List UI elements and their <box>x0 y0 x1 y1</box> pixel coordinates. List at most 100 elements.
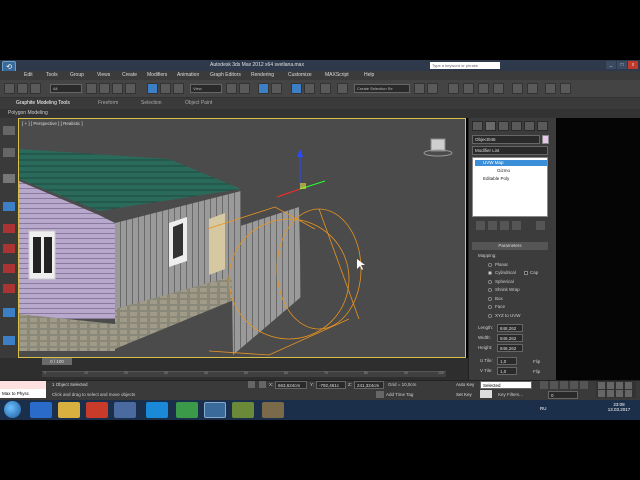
mirror-icon[interactable] <box>337 83 348 94</box>
auto-key-button[interactable]: Auto Key <box>456 382 474 387</box>
chrome-icon[interactable] <box>176 402 198 418</box>
spinner-snap-icon[interactable] <box>304 83 315 94</box>
current-frame-field[interactable]: 0 <box>548 391 578 399</box>
skype-icon[interactable] <box>146 402 168 418</box>
snap-toggle-icon[interactable] <box>258 83 269 94</box>
pan-icon[interactable] <box>607 390 614 397</box>
select-by-name-icon[interactable] <box>99 83 110 94</box>
cut-icon[interactable] <box>3 148 15 157</box>
object-name-field[interactable]: Object046 <box>472 135 540 144</box>
zoom-extents-all-icon[interactable] <box>625 382 632 389</box>
pin-stack-icon[interactable] <box>476 221 485 230</box>
percent-snap-icon[interactable] <box>291 83 302 94</box>
y-coordinate-field[interactable]: -792,461c <box>316 381 346 389</box>
edit-poly-icon[interactable] <box>3 126 15 135</box>
internet-explorer-icon[interactable] <box>30 402 52 418</box>
radio-spherical[interactable] <box>488 280 492 284</box>
start-button[interactable] <box>4 401 21 418</box>
set-key-button[interactable]: Set Key <box>456 392 472 397</box>
pivot-icon[interactable] <box>226 83 237 94</box>
select-move-icon[interactable] <box>147 83 158 94</box>
explorer-icon[interactable] <box>58 402 80 418</box>
menu-maxscript[interactable]: MAXScript <box>325 72 349 78</box>
angle-snap-icon[interactable] <box>271 83 282 94</box>
search-input[interactable]: Type a keyword or phrase <box>430 62 500 69</box>
radio-box[interactable] <box>488 297 492 301</box>
rendered-frame-icon[interactable] <box>527 83 538 94</box>
radio-planar[interactable] <box>488 263 492 267</box>
document-icon[interactable] <box>114 402 136 418</box>
show-end-result-icon[interactable] <box>488 221 497 230</box>
width-spinner[interactable]: 848,262 <box>497 334 523 342</box>
select-object-icon[interactable] <box>86 83 97 94</box>
media-player-icon[interactable] <box>86 402 108 418</box>
next-frame-icon[interactable] <box>570 381 578 389</box>
height-spinner[interactable]: 848,262 <box>497 344 523 352</box>
menu-graph-editors[interactable]: Graph Editors <box>210 72 241 78</box>
radio-xyz-to-uvw[interactable] <box>488 314 492 318</box>
menu-help[interactable]: Help <box>364 72 374 78</box>
edit-edges-icon[interactable] <box>3 308 15 317</box>
configure-sets-icon[interactable] <box>536 221 545 230</box>
fov-icon[interactable] <box>598 390 605 397</box>
object-color-swatch[interactable] <box>542 135 549 144</box>
add-time-tag[interactable]: Add Time Tag <box>386 392 413 397</box>
layer-manager-icon[interactable] <box>427 83 438 94</box>
tab-object-paint[interactable]: Object Paint <box>185 100 212 106</box>
undo-icon[interactable] <box>4 83 15 94</box>
menu-modifiers[interactable]: Modifiers <box>147 72 167 78</box>
parameters-rollout[interactable]: Parameters <box>472 242 548 250</box>
viewport-label[interactable]: [ + ] [ Perspective ] [ Realistic ] <box>22 121 83 126</box>
select-rotate-icon[interactable] <box>160 83 171 94</box>
cap-checkbox[interactable] <box>524 271 528 275</box>
tab-selection[interactable]: Selection <box>141 100 162 106</box>
length-spinner[interactable]: 848,262 <box>497 324 523 332</box>
link-icon[interactable] <box>30 83 41 94</box>
maxscript-mini-listener[interactable]: Max to Physc <box>0 389 46 398</box>
radio-shrink-wrap[interactable] <box>488 288 492 292</box>
edit-geometry-icon[interactable] <box>3 336 15 345</box>
x-coordinate-field[interactable]: 663,624cm <box>275 381 307 389</box>
go-to-end-icon[interactable] <box>580 381 588 389</box>
set-key-icon[interactable] <box>480 390 492 398</box>
zoom-extents-icon[interactable] <box>616 382 623 389</box>
app-taskbar-icon[interactable] <box>262 402 284 418</box>
render-production-icon[interactable] <box>560 83 571 94</box>
menu-group[interactable]: Group <box>70 72 84 78</box>
manipulate-icon[interactable] <box>239 83 250 94</box>
window-crossing-icon[interactable] <box>125 83 136 94</box>
prev-frame-icon[interactable] <box>550 381 558 389</box>
create-tab-icon[interactable] <box>472 121 483 131</box>
modifier-list-dropdown[interactable]: Modifier List <box>472 146 548 155</box>
named-selection-dropdown[interactable]: Create Selection Se <box>354 84 410 93</box>
shrink-icon[interactable] <box>3 284 15 293</box>
hierarchy-tab-icon[interactable] <box>498 121 509 131</box>
tab-graphite-modeling[interactable]: Graphite Modeling Tools <box>16 100 70 106</box>
select-scale-icon[interactable] <box>173 83 184 94</box>
stack-item-editable-poly[interactable]: Editable Poly <box>475 176 547 182</box>
grow-icon[interactable] <box>3 264 15 273</box>
files-icon[interactable] <box>232 402 254 418</box>
maximize-button[interactable]: □ <box>617 61 627 69</box>
render-icon[interactable] <box>545 83 556 94</box>
selection-filter-dropdown[interactable]: All <box>50 84 82 93</box>
menu-rendering[interactable]: Rendering <box>251 72 274 78</box>
menu-edit[interactable]: Edit <box>24 72 33 78</box>
loop-icon[interactable] <box>3 224 15 233</box>
clock[interactable]: 23:08 13.03.2017 <box>602 402 636 412</box>
poly-tools-icon[interactable] <box>3 174 15 183</box>
key-filters-button[interactable]: Key Filters... <box>498 392 523 397</box>
motion-tab-icon[interactable] <box>511 121 522 131</box>
zoom-all-icon[interactable] <box>607 382 614 389</box>
utilities-tab-icon[interactable] <box>537 121 548 131</box>
perspective-viewport[interactable] <box>18 118 466 358</box>
ring-icon[interactable] <box>3 244 15 253</box>
z-coordinate-field[interactable]: 241,324cm <box>354 381 384 389</box>
minimize-button[interactable]: _ <box>606 61 616 69</box>
menu-create[interactable]: Create <box>122 72 137 78</box>
polygon-modeling-label[interactable]: Polygon Modeling <box>8 110 48 116</box>
menu-tools[interactable]: Tools <box>46 72 58 78</box>
selection-mode-icon[interactable] <box>3 202 15 211</box>
remove-modifier-icon[interactable] <box>512 221 521 230</box>
maxscript-listener-top[interactable] <box>0 381 46 389</box>
